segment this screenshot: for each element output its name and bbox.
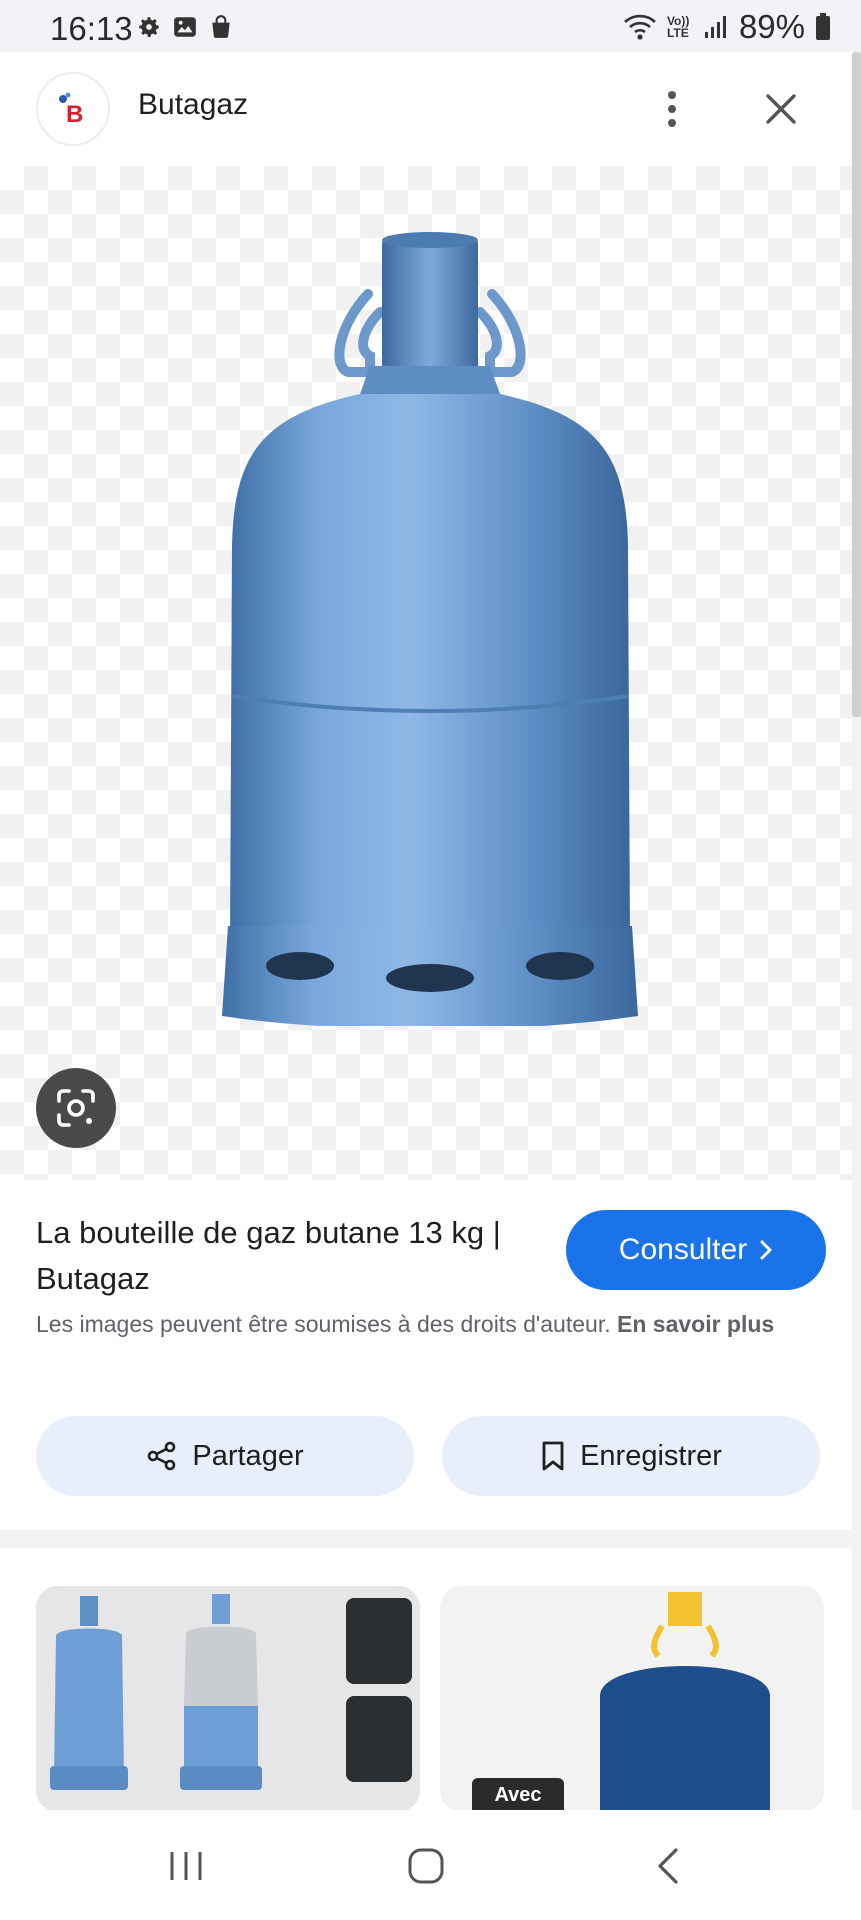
shopping-bag-icon [212, 15, 230, 38]
share-label: Partager [192, 1439, 304, 1472]
google-lens-button[interactable] [36, 1068, 116, 1148]
recents-icon [170, 1852, 202, 1880]
site-name[interactable]: Butagaz [138, 88, 248, 122]
product-badge: Avec [472, 1778, 564, 1812]
consult-button[interactable]: Consulter [566, 1210, 826, 1290]
share-button[interactable]: Partager [36, 1416, 414, 1496]
google-lens-icon [57, 1089, 95, 1127]
close-icon [766, 94, 796, 124]
status-right-icons: Vo)) LTE 89% [623, 8, 831, 46]
share-icon [148, 1441, 176, 1471]
section-divider [0, 1530, 852, 1548]
consult-label: Consulter [618, 1233, 748, 1266]
viewer-header: B Butagaz [0, 52, 852, 166]
learn-more-link[interactable]: En savoir plus [617, 1311, 774, 1337]
chevron-right-icon [760, 1240, 772, 1260]
image-title[interactable]: La bouteille de gaz butane 13 kg | Butag… [36, 1210, 526, 1302]
logo-letter: B [66, 101, 83, 128]
save-label: Enregistrer [580, 1439, 722, 1472]
system-nav-bar [0, 1810, 861, 1920]
scrollbar-thumb[interactable] [852, 52, 861, 717]
back-button[interactable] [628, 1836, 708, 1896]
close-button[interactable] [756, 82, 806, 136]
gas-bottles-thumbnail [36, 1586, 420, 1812]
status-bar: 16:13 Vo)) LTE 89% [0, 0, 861, 52]
image-info-panel: La bouteille de gaz butane 13 kg | Butag… [0, 1180, 852, 1530]
more-vert-icon [668, 91, 676, 127]
gallery-icon [174, 17, 196, 37]
signal-icon [704, 16, 726, 38]
copyright-notice: Les images peuvent être soumises à des d… [36, 1306, 826, 1342]
status-time: 16:13 [50, 10, 133, 47]
status-left-icons [136, 14, 234, 40]
copyright-text: Les images peuvent être soumises à des d… [36, 1311, 611, 1337]
main-image[interactable] [0, 166, 852, 1180]
wifi-icon [624, 14, 656, 40]
related-image-1[interactable] [36, 1586, 420, 1812]
gas-bottle-image [222, 232, 638, 1026]
related-image-2[interactable]: Avec [440, 1586, 824, 1812]
save-button[interactable]: Enregistrer [442, 1416, 820, 1496]
site-logo[interactable]: B [36, 72, 110, 146]
back-icon [658, 1848, 678, 1884]
volte-lte-icon: Vo)) LTE [666, 14, 690, 40]
home-icon [408, 1848, 444, 1884]
settings-icon [139, 17, 159, 37]
butagaz-logo-icon: B [59, 92, 83, 128]
battery-icon [816, 13, 830, 40]
recents-button[interactable] [146, 1836, 226, 1896]
bookmark-icon [542, 1441, 564, 1471]
more-options-button[interactable] [650, 82, 694, 136]
related-images: Avec [0, 1548, 852, 1812]
battery-percent: 89% [738, 8, 805, 45]
home-button[interactable] [386, 1836, 466, 1896]
